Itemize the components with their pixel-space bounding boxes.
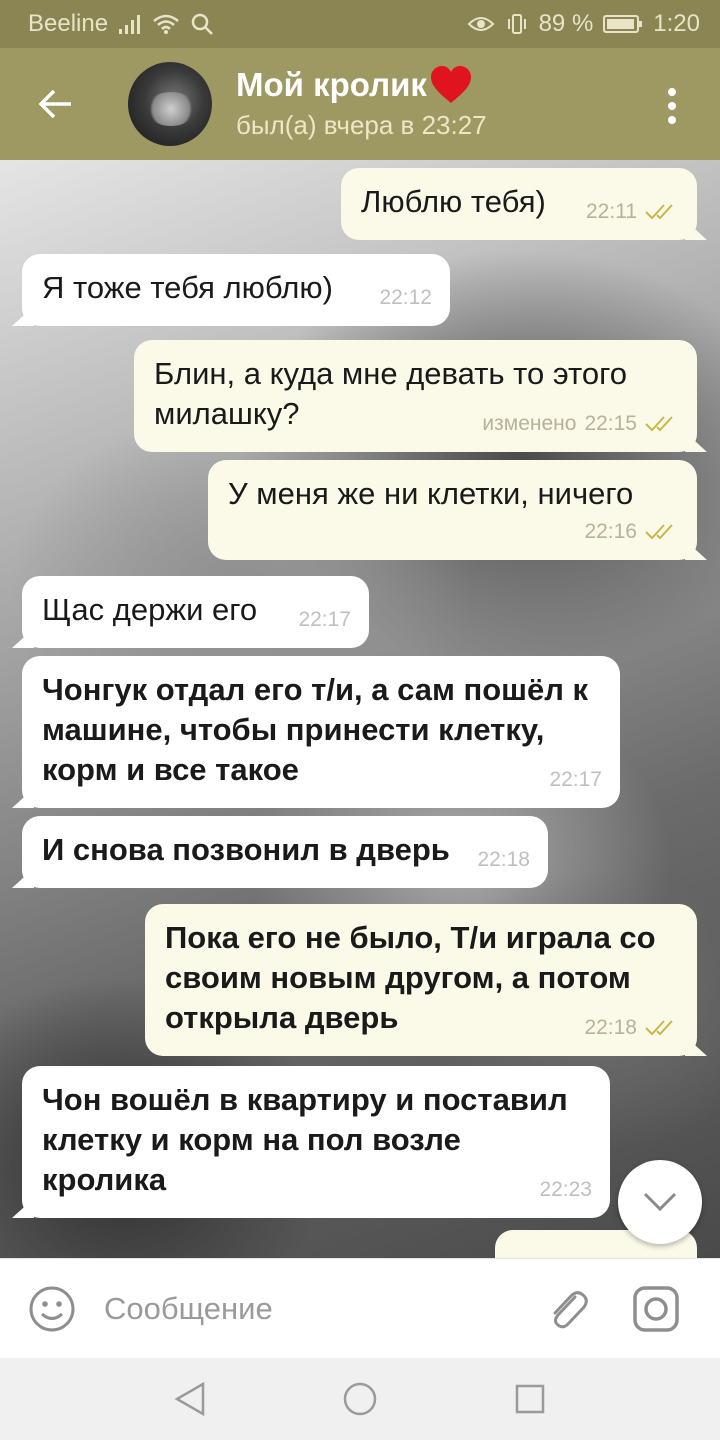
camera-icon bbox=[633, 1285, 679, 1332]
message-time: 22:18 bbox=[477, 848, 530, 871]
chat-info[interactable]: Мой кролик был(а) вчера в 23:27 bbox=[236, 65, 487, 143]
message-text: Пока его не было, Т/и играла со своим но… bbox=[165, 920, 656, 1035]
message-text: Люблю тебя) bbox=[361, 184, 546, 219]
edited-label: изменено bbox=[482, 412, 577, 435]
carrier-label: Beeline bbox=[28, 10, 109, 37]
paperclip-icon bbox=[553, 1290, 588, 1328]
message-bubble[interactable]: Блин, а куда мне девать то этого милашку… bbox=[134, 340, 697, 452]
message-text: Я тоже тебя люблю) bbox=[42, 270, 333, 305]
battery-icon bbox=[603, 15, 643, 33]
back-button[interactable] bbox=[0, 48, 110, 160]
message-text: Щас держи его bbox=[42, 592, 258, 627]
message-meta: 22:12 bbox=[379, 278, 432, 318]
search-icon bbox=[191, 13, 213, 35]
wifi-icon bbox=[153, 14, 179, 34]
double-check-icon bbox=[645, 416, 673, 432]
message-bubble[interactable]: Щас держи его 22:17 bbox=[22, 576, 369, 648]
nav-recents-icon bbox=[515, 1384, 545, 1414]
avatar[interactable] bbox=[128, 62, 212, 146]
back-arrow-icon bbox=[38, 89, 71, 119]
status-bar: Beeline 89 % 1:20 bbox=[0, 0, 720, 48]
message-time: 22:23 bbox=[539, 1178, 592, 1201]
message-meta: 22:17 bbox=[549, 760, 602, 800]
message-text: Чон вошёл в квартиру и поставил клетку и… bbox=[42, 1082, 568, 1197]
heart-icon bbox=[430, 66, 471, 103]
message-time: 22:12 bbox=[379, 286, 432, 309]
message-bubble[interactable]: Я тоже тебя люблю) 22:12 bbox=[22, 254, 450, 326]
message-bubble[interactable]: Люблю тебя) 22:11 bbox=[341, 168, 697, 240]
battery-percent: 89 % bbox=[538, 10, 594, 37]
double-check-icon bbox=[645, 524, 673, 540]
message-time: 22:17 bbox=[298, 608, 351, 631]
nav-home-icon bbox=[343, 1382, 377, 1416]
last-seen-status: был(а) вчера в 23:27 bbox=[236, 110, 487, 140]
message-time: 22:15 bbox=[584, 412, 637, 435]
nav-back-button[interactable] bbox=[160, 1369, 220, 1429]
double-check-icon bbox=[645, 1020, 673, 1036]
camera-button[interactable] bbox=[612, 1259, 700, 1359]
attach-button[interactable] bbox=[524, 1259, 612, 1359]
message-time: 22:17 bbox=[549, 768, 602, 791]
chat-header: Мой кролик был(а) вчера в 23:27 bbox=[0, 48, 720, 160]
chat-title: Мой кролик bbox=[236, 65, 487, 105]
message-meta: 22:23 bbox=[539, 1170, 592, 1210]
message-meta: 22:16 bbox=[584, 512, 679, 552]
message-time: 22:16 bbox=[584, 520, 637, 543]
nav-home-button[interactable] bbox=[330, 1369, 390, 1429]
message-meta: 22:18 bbox=[477, 840, 530, 880]
nav-recents-button[interactable] bbox=[500, 1369, 560, 1429]
message-input[interactable]: Сообщение bbox=[104, 1291, 524, 1327]
message-meta: 22:11 bbox=[586, 192, 679, 232]
chevron-down-icon bbox=[643, 1192, 677, 1212]
message-text: У меня же ни клетки, ничего bbox=[228, 476, 634, 511]
message-bubble[interactable]: У меня же ни клетки, ничего 22:16 bbox=[208, 460, 697, 560]
message-bubble[interactable]: И снова позвонил в дверь 22:18 bbox=[22, 816, 548, 888]
message-text: Чонгук отдал его т/и, а сам пошёл к маши… bbox=[42, 672, 589, 787]
message-time: 22:11 bbox=[586, 200, 637, 223]
message-meta: 22:17 bbox=[298, 600, 351, 640]
system-nav-bar bbox=[0, 1358, 720, 1440]
message-meta: изменено 22:15 bbox=[482, 404, 679, 444]
message-meta: 22:18 bbox=[584, 1008, 679, 1048]
vibrate-icon bbox=[507, 14, 526, 34]
chat-area[interactable]: Люблю тебя) 22:11 Я тоже тебя люблю) 22:… bbox=[0, 160, 720, 1258]
message-time: 22:18 bbox=[584, 1016, 637, 1039]
double-check-icon bbox=[645, 204, 673, 220]
signal-icon bbox=[119, 15, 141, 34]
more-menu-button[interactable] bbox=[652, 84, 692, 128]
chat-title-text: Мой кролик bbox=[236, 66, 427, 103]
message-bubble[interactable]: Пока его не было, Т/и играла со своим но… bbox=[145, 904, 697, 1056]
message-input-bar: Сообщение bbox=[0, 1258, 720, 1358]
nav-back-icon bbox=[174, 1381, 205, 1417]
emoji-button[interactable] bbox=[0, 1259, 104, 1359]
message-text: И снова позвонил в дверь bbox=[42, 832, 450, 867]
message-bubble[interactable]: Чонгук отдал его т/и, а сам пошёл к маши… bbox=[22, 656, 620, 808]
more-vertical-icon bbox=[668, 88, 676, 96]
eye-icon bbox=[467, 17, 494, 31]
scroll-down-button[interactable] bbox=[618, 1160, 702, 1244]
message-bubble[interactable]: Чон вошёл в квартиру и поставил клетку и… bbox=[22, 1066, 610, 1218]
clock: 1:20 bbox=[653, 10, 700, 37]
emoji-icon bbox=[29, 1286, 75, 1331]
